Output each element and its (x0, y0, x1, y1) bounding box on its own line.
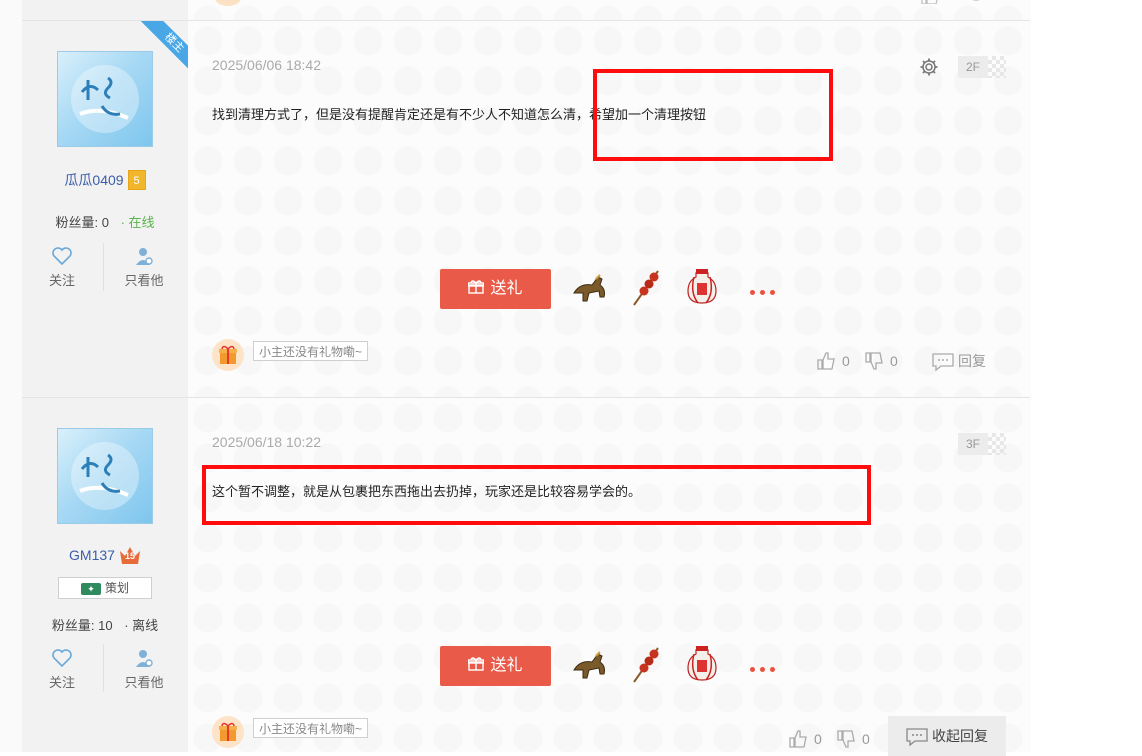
fans-label: 粉丝量: (55, 215, 99, 230)
reply-label: 回复 (958, 353, 986, 369)
send-gift-label: 送礼 (490, 657, 523, 674)
comment-icon (932, 353, 954, 372)
gift-box-icon (468, 280, 485, 294)
thumbs-up-icon (789, 730, 807, 748)
collapse-replies-button[interactable]: 收起回复 (888, 716, 1006, 756)
no-gift-text: 小主还没有礼物嘞~ (253, 718, 369, 738)
dislike-count: 0 (890, 353, 898, 369)
horse-gift-icon[interactable] (570, 267, 610, 307)
annotation-box (593, 69, 833, 161)
author-sidebar: GM137 15 ✦ 策划 粉丝量: 10 · 离线 关注 只看他 (22, 398, 188, 752)
dislike-button[interactable]: 0 (864, 351, 898, 371)
collapse-replies-label: 收起回复 (932, 728, 988, 744)
more-gifts-button[interactable] (750, 287, 780, 297)
comment-icon (906, 728, 928, 747)
gear-icon[interactable] (919, 57, 939, 77)
level-number: 15 (124, 551, 135, 561)
floor-number: 3F (958, 433, 988, 455)
avatar[interactable] (57, 428, 153, 524)
only-him-button[interactable]: 只看他 (114, 246, 174, 289)
fans-info: 粉丝量: 0 · 在线 (22, 212, 188, 231)
follow-label: 关注 (48, 675, 75, 690)
thumbs-down-icon (837, 730, 855, 748)
level-badge: 5 (127, 170, 146, 190)
post-date: 2025/06/06 18:42 (212, 57, 321, 73)
user-eye-icon (136, 650, 153, 667)
status-online: · 在线 (120, 215, 155, 230)
heart-icon (52, 649, 72, 668)
role-icon: ✦ (80, 582, 101, 595)
annotation-box (202, 465, 871, 525)
post-3f: GM137 15 ✦ 策划 粉丝量: 10 · 离线 关注 只看他 2025/06… (22, 398, 1030, 756)
like-button[interactable]: 0 (788, 729, 822, 749)
previous-post-remnant (22, 0, 1030, 20)
post-2f: 瓜瓜0409 5 粉丝量: 0 · 在线 关注 只看他 楼主 2025/06/06… (22, 21, 1030, 397)
role-tag: ✦ 策划 (58, 577, 152, 599)
reply-button[interactable]: 回复 (932, 351, 986, 372)
no-gift-text: 小主还没有礼物嘞~ (253, 341, 369, 361)
only-him-label: 只看他 (124, 675, 164, 690)
horse-gift-icon[interactable] (570, 644, 610, 684)
follow-button[interactable]: 关注 (32, 246, 92, 289)
follow-label: 关注 (48, 273, 75, 288)
dislike-count: 0 (862, 731, 870, 747)
op-label: 楼主 (140, 21, 188, 69)
thumbs-down-icon (865, 352, 883, 370)
thumbs-up-icon (817, 352, 835, 370)
floor-number: 2F (958, 56, 988, 78)
avatar[interactable] (57, 51, 153, 147)
send-gift-button[interactable]: 送礼 (440, 646, 551, 686)
post-content-area (188, 398, 1030, 752)
send-gift-label: 送礼 (490, 280, 523, 297)
dislike-button[interactable]: 0 (836, 729, 870, 749)
right-margin (1031, 0, 1142, 752)
wine-jar-gift-icon[interactable] (682, 644, 722, 684)
floor-decoration (988, 433, 1006, 455)
more-gifts-button[interactable] (750, 664, 780, 674)
skewer-gift-icon[interactable] (628, 267, 668, 307)
floor-decoration (988, 56, 1006, 78)
only-him-button[interactable]: 只看他 (114, 648, 174, 691)
fans-count: 0 (101, 215, 109, 230)
send-gift-button[interactable]: 送礼 (440, 269, 551, 309)
fans-label: 粉丝量: (51, 618, 95, 633)
like-count: 0 (814, 731, 822, 747)
gift-box-icon (468, 657, 485, 671)
thumbs-down-icon[interactable] (972, 0, 992, 4)
wine-jar-gift-icon[interactable] (682, 267, 722, 307)
username-text[interactable]: 瓜瓜0409 (64, 172, 123, 188)
fans-count: 10 (98, 618, 113, 633)
level-crown-badge: 15 (119, 545, 141, 565)
heart-icon (52, 247, 72, 266)
user-eye-icon (136, 248, 153, 265)
gift-icon (212, 339, 244, 371)
role-tag-label: 策划 (104, 581, 129, 595)
action-separator (103, 243, 104, 291)
only-him-label: 只看他 (124, 273, 164, 288)
thumbs-up-icon[interactable] (920, 0, 940, 4)
status-offline: · 离线 (124, 618, 159, 633)
author-sidebar: 瓜瓜0409 5 粉丝量: 0 · 在线 关注 只看他 (22, 21, 188, 397)
op-ribbon: 楼主 (140, 21, 188, 69)
username[interactable]: 瓜瓜0409 5 (22, 170, 188, 190)
like-button[interactable]: 0 (816, 351, 850, 371)
post-date: 2025/06/18 10:22 (212, 434, 321, 450)
gift-icon (212, 716, 244, 748)
skewer-gift-icon[interactable] (628, 644, 668, 684)
follow-button[interactable]: 关注 (32, 648, 92, 691)
fans-info: 粉丝量: 10 · 离线 (22, 615, 188, 634)
username[interactable]: GM137 15 (22, 545, 188, 565)
username-text[interactable]: GM137 (69, 547, 115, 563)
like-count: 0 (842, 353, 850, 369)
action-separator (103, 644, 104, 692)
